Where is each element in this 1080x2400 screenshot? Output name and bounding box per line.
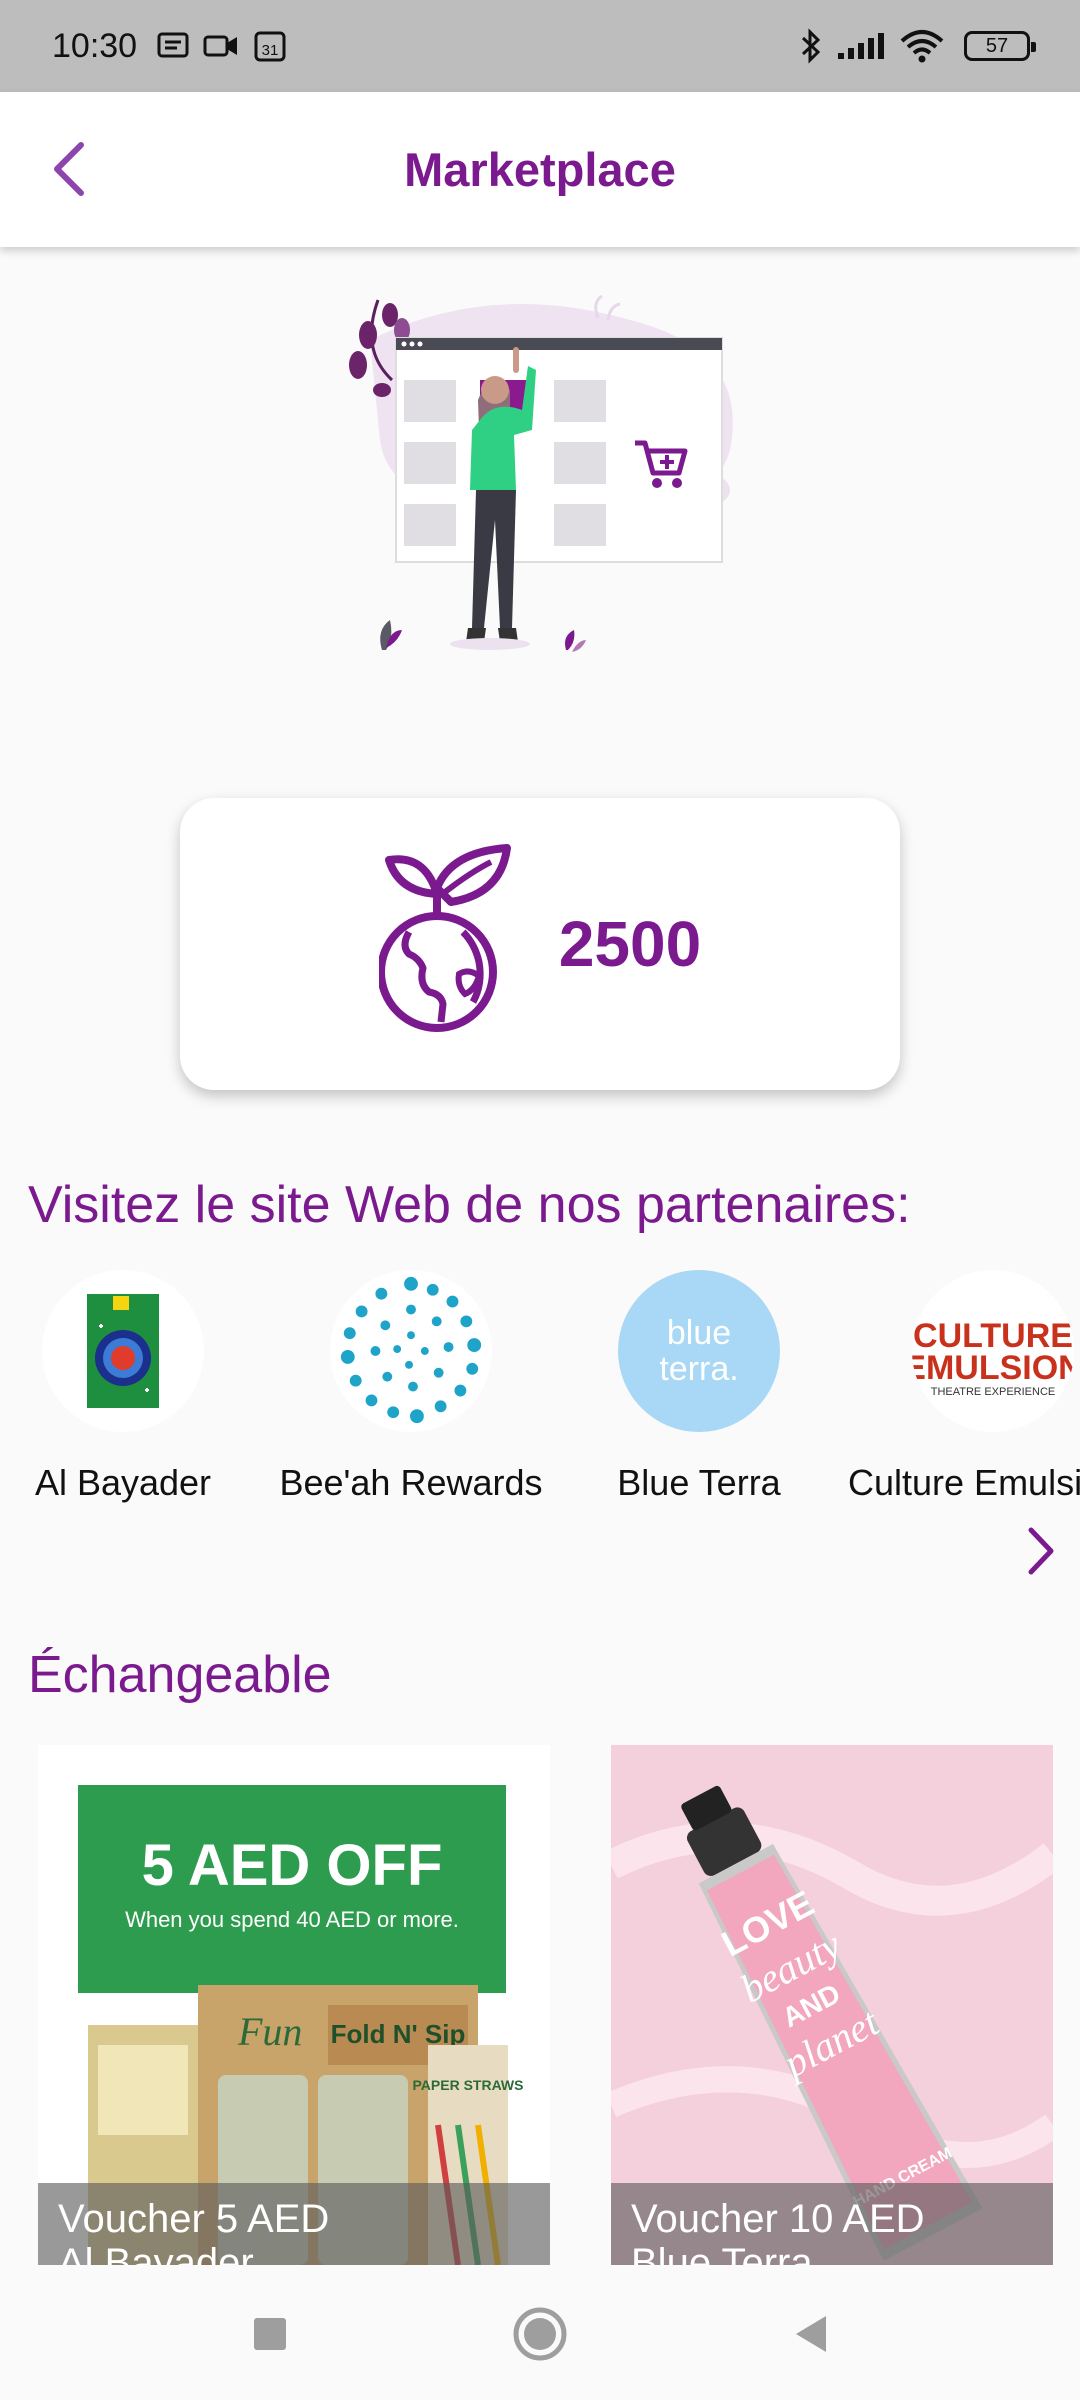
bluetooth-icon <box>800 28 822 64</box>
svg-text:terra.: terra. <box>659 1350 738 1388</box>
svg-text:Fun: Fun <box>237 2009 302 2054</box>
partner-logo-al-bayader <box>42 1270 204 1432</box>
recent-apps-button[interactable] <box>240 2304 300 2364</box>
partner-name: Culture Emulsion <box>848 1462 1080 1503</box>
points-card: 2500 <box>180 798 900 1090</box>
partner-logo-beeah <box>330 1270 492 1432</box>
partner-name: Bee'ah Rewards <box>279 1462 543 1503</box>
home-button[interactable] <box>510 2304 570 2364</box>
app-bar: Marketplace <box>0 92 1080 247</box>
status-left: 10:30 31 <box>52 27 287 66</box>
partner-blue-terra[interactable]: blue terra. Blue Terra <box>554 1270 844 1504</box>
home-icon <box>513 2307 567 2361</box>
partner-name: Blue Terra <box>617 1462 781 1503</box>
partner-logo-blue-terra: blue terra. <box>618 1270 780 1432</box>
voucher-caption: Voucher 10 AED Blue Terra <box>611 2183 1053 2265</box>
voucher-title: Voucher 10 AED <box>631 2197 925 2241</box>
recent-apps-icon <box>254 2318 286 2350</box>
redeemable-section-title: Échangeable <box>28 1646 332 1704</box>
battery-icon: 57 <box>964 31 1036 61</box>
svg-text:When you spend 40 AED or more.: When you spend 40 AED or more. <box>125 1907 459 1932</box>
wifi-icon <box>900 29 944 63</box>
system-back-button[interactable] <box>780 2304 840 2364</box>
svg-text:EMULSION: EMULSION <box>912 1349 1074 1387</box>
marketplace-illustration <box>330 290 750 690</box>
voucher-caption: Voucher 5 AED Al Bayader <box>38 2183 550 2265</box>
voucher-partner: Al Bayader <box>58 2241 254 2265</box>
svg-text:THEATRE EXPERIENCE: THEATRE EXPERIENCE <box>931 1386 1056 1398</box>
eco-earth-icon <box>378 844 511 1032</box>
partner-culture-emulsion[interactable]: CULTURE EMULSION THEATRE EXPERIENCE Cult… <box>848 1270 1080 1504</box>
chevron-right-icon <box>1028 1527 1054 1575</box>
battery-level: 57 <box>985 34 1009 57</box>
partner-logo-culture-emulsion: CULTURE EMULSION THEATRE EXPERIENCE <box>912 1270 1074 1432</box>
partner-name: Al Bayader <box>34 1462 212 1503</box>
back-icon <box>796 2316 826 2352</box>
calendar-icon: 31 <box>253 29 287 63</box>
chevron-left-icon <box>54 142 84 196</box>
voucher-card-5-aed[interactable]: 5 AED OFF When you spend 40 AED or more.… <box>38 1745 550 2265</box>
video-icon <box>203 32 239 60</box>
signal-icon <box>836 31 886 61</box>
page-title: Marketplace <box>404 143 676 196</box>
points-value: 2500 <box>558 908 702 980</box>
partners-carousel[interactable]: Al Bayader Bee'ah Rewards blue terra. Bl… <box>0 1270 1080 1520</box>
voucher-title: Voucher 5 AED <box>58 2197 330 2241</box>
partners-next-button[interactable] <box>1018 1522 1062 1580</box>
partner-beeah-rewards[interactable]: Bee'ah Rewards <box>266 1270 556 1504</box>
back-button[interactable] <box>36 136 102 202</box>
status-time: 10:30 <box>52 26 138 65</box>
svg-text:PAPER STRAWS: PAPER STRAWS <box>413 2077 524 2093</box>
status-bar: 10:30 31 57 <box>0 0 1080 92</box>
svg-text:Fold N' Sip: Fold N' Sip <box>331 2019 466 2049</box>
partner-al-bayader[interactable]: Al Bayader <box>0 1270 268 1504</box>
calendar-day: 31 <box>262 42 279 59</box>
voucher-partner: Blue Terra <box>631 2241 813 2265</box>
voucher-card-10-aed[interactable]: LOVE beauty AND planet HAND CREAM Vouche… <box>611 1745 1053 2265</box>
system-nav-bar <box>0 2268 1080 2400</box>
partners-section-title: Visitez le site Web de nos partenaires: <box>28 1176 911 1234</box>
svg-text:5 AED OFF: 5 AED OFF <box>142 1833 443 1898</box>
svg-text:blue: blue <box>667 1314 731 1352</box>
message-icon <box>157 32 189 60</box>
status-right: 57 <box>800 28 1036 64</box>
